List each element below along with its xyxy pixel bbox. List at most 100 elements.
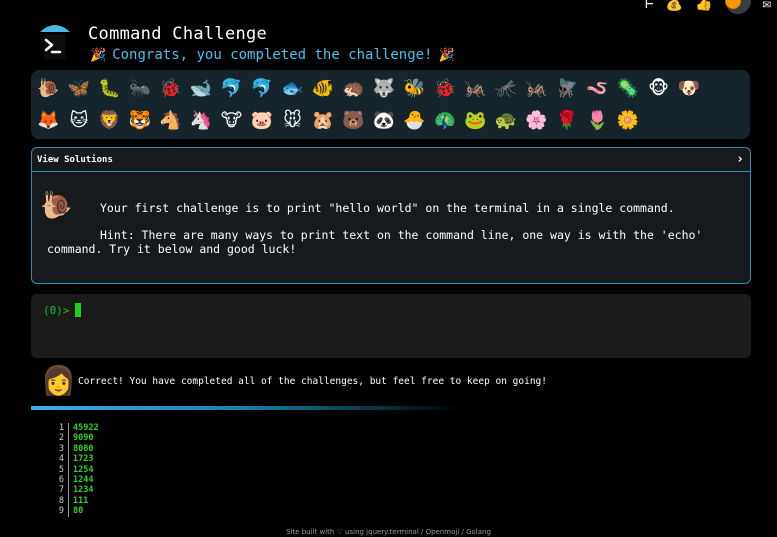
woman-avatar-icon: 👩 [41, 364, 76, 397]
ladybug-icon[interactable]: 🐞 [432, 73, 459, 105]
peacock-icon[interactable]: 🦚 [432, 105, 459, 137]
hedgehog-icon[interactable]: 🦔 [340, 73, 367, 105]
microbe-icon[interactable]: 🦠 [615, 73, 642, 105]
terminal-icon[interactable]: ⊢ [645, 0, 653, 12]
congrats-text: Congrats, you completed the challenge! [112, 47, 433, 63]
page: Command Challenge 🎉 Congrats, you comple… [0, 0, 777, 537]
bear-icon[interactable]: 🐻 [340, 105, 367, 137]
terminal-prompt[interactable]: (0)> [43, 303, 81, 317]
lion-icon[interactable]: 🦁 [96, 105, 123, 137]
result-value: 80 [68, 506, 83, 517]
correct-message: Correct! You have completed all of the c… [78, 376, 547, 387]
list-item: 7 1234 [56, 485, 99, 496]
panda-icon[interactable]: 🐼 [371, 105, 398, 137]
cow-icon[interactable]: 🐮 [218, 105, 245, 137]
bug-icon[interactable]: 🐞 [157, 73, 184, 105]
money-bag-icon[interactable]: 💰 [666, 0, 683, 12]
line-number: 7 [58, 485, 64, 496]
view-solutions-toggle[interactable]: View Solutions › [32, 148, 750, 172]
line-number: 2 [58, 433, 64, 444]
solutions-panel: View Solutions › 🐌 Your first challenge … [31, 147, 751, 284]
whale-icon[interactable]: 🐋 [188, 73, 215, 105]
pig-icon[interactable]: 🐷 [249, 105, 276, 137]
line-number: 8 [58, 495, 64, 506]
hamster-icon[interactable]: 🐹 [310, 105, 337, 137]
fly-icon[interactable]: 🪰 [554, 73, 581, 105]
dolphin-icon[interactable]: 🐬 [218, 73, 245, 105]
challenge-description: Your first challenge is to print "hello … [100, 201, 675, 215]
results-list: 1 45922 2 9090 3 8080 4 1723 5 1254 6 1244 7 12… [56, 423, 99, 517]
badge-icon: 🟠 [724, 0, 742, 10]
blossom-icon[interactable]: 🌼 [615, 105, 642, 137]
list-item: 5 1254 [56, 464, 99, 476]
top-icon-bar: ⊢ 💰 👍 🟠 ✉ [645, 0, 771, 14]
page-title: Command Challenge [88, 24, 268, 44]
terminal-logo-icon[interactable] [38, 20, 72, 62]
line-number: 9 [58, 506, 64, 517]
header: Command Challenge 🎉 Congrats, you comple… [0, 0, 777, 70]
chevron-right-icon[interactable]: › [736, 152, 744, 167]
list-item: 6 1244 [56, 475, 99, 486]
emoji-challenge-tray: 🐌 🦋 🐛 🐜 🐞 🐋 🐬 🐬 🐟 🐠 🦔 🐺 🐝 🐞 🦗 🦟 🦗 🪰 🪱 🦠 … [31, 70, 750, 139]
list-item: 8 111 [56, 495, 99, 507]
view-solutions-label: View Solutions [37, 154, 113, 165]
result-value: 111 [68, 495, 88, 507]
line-number: 3 [58, 443, 64, 454]
result-message: 👩 Correct! You have completed all of the… [38, 364, 758, 400]
list-item: 2 9090 [56, 433, 99, 444]
bee-icon[interactable]: 🐝 [401, 73, 428, 105]
mail-icon[interactable]: ✉ [763, 0, 771, 12]
fox-icon[interactable]: 🦊 [35, 105, 62, 137]
challenge-hint: Hint: There are many ways to print text … [47, 228, 703, 256]
user-avatar[interactable]: 🟠 [724, 0, 751, 14]
tiger-icon[interactable]: 🐯 [127, 105, 154, 137]
tropical-fish-icon[interactable]: 🐠 [310, 73, 337, 105]
terminal-cursor [74, 303, 81, 317]
rose-icon[interactable]: 🌹 [554, 105, 581, 137]
fish-icon[interactable]: 🐟 [279, 73, 306, 105]
dog-icon[interactable]: 🐶 [676, 73, 703, 105]
list-item: 1 45922 [56, 423, 99, 434]
cat-icon[interactable]: 🐱 [66, 105, 93, 137]
empty-slot [706, 73, 733, 105]
dolphin-icon[interactable]: 🐬 [249, 73, 276, 105]
line-number: 1 [58, 423, 64, 433]
party-popper-icon: 🎉 [90, 47, 107, 63]
result-value: 1244 [68, 475, 93, 486]
ant-icon[interactable]: 🐜 [127, 73, 154, 105]
wolf-icon[interactable]: 🐺 [371, 73, 398, 105]
cricket-icon[interactable]: 🦗 [462, 73, 489, 105]
snail-icon: 🐌 [40, 191, 73, 221]
cricket-icon[interactable]: 🦗 [523, 73, 550, 105]
hatching-chick-icon[interactable]: 🐣 [401, 105, 428, 137]
turtle-icon[interactable]: 🐢 [493, 105, 520, 137]
result-value: 45922 [68, 423, 99, 434]
butterfly-icon[interactable]: 🦋 [66, 73, 93, 105]
horse-icon[interactable]: 🐴 [157, 105, 184, 137]
congrats-banner: 🎉 Congrats, you completed the challenge!… [90, 47, 455, 63]
worm-icon[interactable]: 🪱 [584, 73, 611, 105]
frog-icon[interactable]: 🐸 [462, 105, 489, 137]
cherry-blossom-icon[interactable]: 🌸 [523, 105, 550, 137]
monkey-icon[interactable]: 🐵 [645, 73, 672, 105]
list-item: 9 80 [56, 506, 99, 517]
line-number: 5 [58, 464, 64, 475]
prompt-label: (0)> [43, 303, 70, 317]
result-value: 8080 [68, 443, 93, 455]
terminal[interactable]: (0)> [31, 294, 751, 358]
line-number: 6 [58, 475, 64, 486]
result-value: 1723 [68, 454, 93, 465]
caterpillar-icon[interactable]: 🐛 [96, 73, 123, 105]
snail-icon[interactable]: 🐌 [35, 73, 62, 105]
party-popper-icon: 🎉 [438, 47, 455, 63]
list-item: 4 1723 [56, 454, 99, 465]
mouse-icon[interactable]: 🐭 [279, 105, 306, 137]
tulip-icon[interactable]: 🌷 [584, 105, 611, 137]
result-value: 1254 [68, 464, 93, 476]
list-item: 3 8080 [56, 443, 99, 455]
mosquito-icon[interactable]: 🦟 [493, 73, 520, 105]
unicorn-icon[interactable]: 🦄 [188, 105, 215, 137]
divider [31, 406, 461, 410]
footer-credits: Site built with ♡ using jquery.terminal … [286, 528, 491, 536]
thumbs-up-icon[interactable]: 👍 [695, 0, 712, 12]
